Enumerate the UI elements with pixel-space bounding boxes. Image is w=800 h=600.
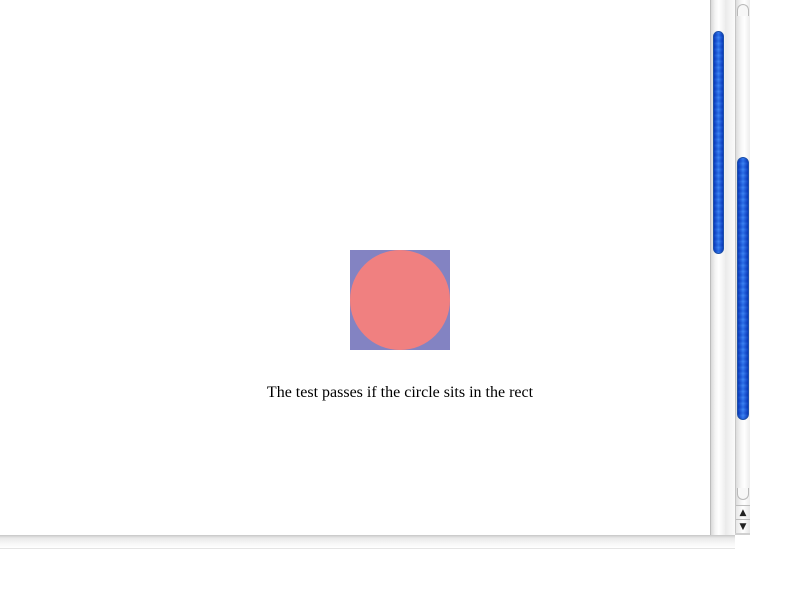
frame-bottom-edge [0, 535, 735, 549]
document-viewport: The test passes if the circle sits in th… [0, 0, 710, 535]
frame-scrollbar-thumb[interactable] [713, 31, 724, 254]
scrollbar-track-top-cap [737, 4, 749, 16]
test-circle [350, 250, 450, 350]
window-vertical-scrollbar[interactable]: ▲ ▼ [735, 0, 750, 535]
scrollbar-gap [725, 0, 735, 535]
scrollbar-bottom-edge [735, 533, 750, 535]
scroll-up-arrow-icon[interactable]: ▲ [736, 505, 750, 519]
window-scrollbar-thumb[interactable] [737, 157, 749, 420]
scrollbar-track-bottom-cap [737, 488, 749, 500]
test-caption: The test passes if the circle sits in th… [266, 384, 534, 401]
frame-vertical-scrollbar[interactable] [710, 0, 725, 535]
scroll-down-arrow-icon[interactable]: ▼ [736, 519, 750, 533]
